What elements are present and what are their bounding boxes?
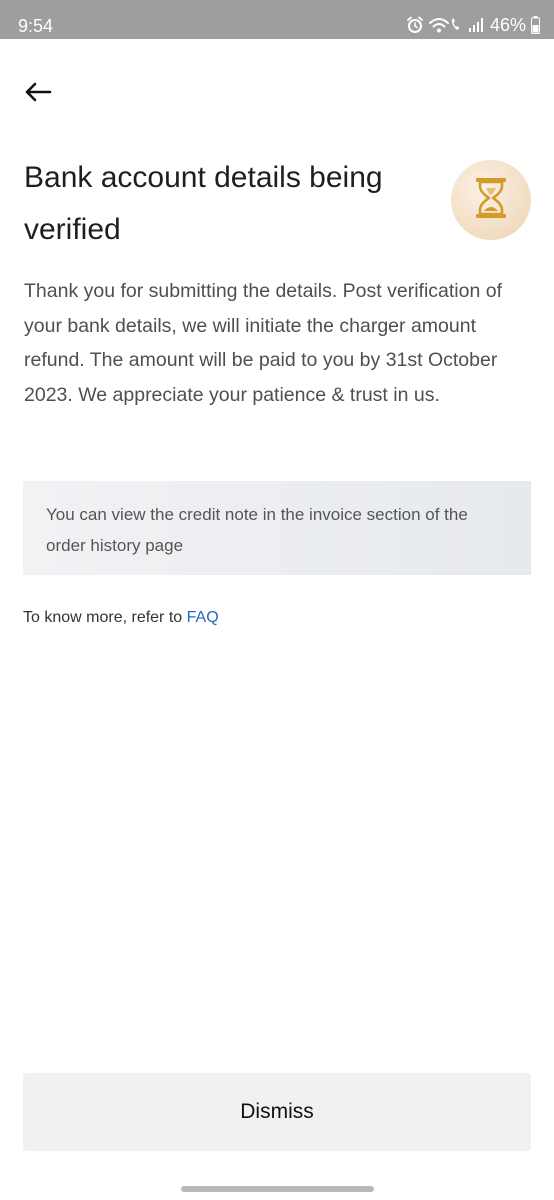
back-button[interactable] [22, 79, 54, 109]
status-bar: 9:54 46% [0, 0, 554, 39]
page-title: Bank account details being verified [24, 161, 383, 246]
signal-icon [468, 17, 484, 33]
verification-message: Thank you for submitting the details. Po… [24, 280, 502, 406]
status-time: 9:54 [18, 16, 54, 36]
wifi-calling-icon [428, 16, 463, 34]
faq-prefix-text: To know more, refer to [23, 609, 187, 626]
arrow-left-icon [24, 82, 52, 107]
home-indicator[interactable] [181, 1186, 374, 1192]
battery-icon [531, 16, 540, 34]
status-icons: 46% [406, 13, 540, 37]
status-badge [451, 160, 531, 240]
alarm-icon [406, 16, 424, 34]
hourglass-icon [474, 176, 508, 225]
credit-note-text: You can view the credit note in the invo… [46, 505, 468, 555]
faq-line: To know more, refer to FAQ [23, 607, 219, 629]
credit-note-info-box: You can view the credit note in the invo… [23, 481, 531, 575]
faq-link[interactable]: FAQ [187, 609, 219, 626]
battery-percent: 46% [489, 15, 526, 35]
dismiss-button[interactable]: Dismiss [23, 1073, 531, 1151]
